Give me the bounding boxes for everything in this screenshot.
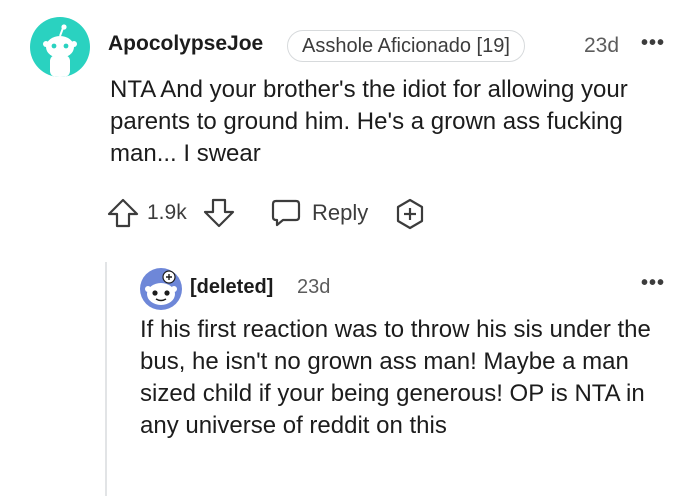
- reply-button[interactable]: Reply: [270, 195, 368, 231]
- more-options-button[interactable]: •••: [641, 272, 665, 295]
- timestamp[interactable]: 23d: [297, 276, 330, 299]
- downvote-button[interactable]: [202, 197, 236, 234]
- downvote-arrow-icon: [203, 198, 235, 228]
- comment-body: If his first reaction was to throw his s…: [140, 316, 651, 439]
- timestamp[interactable]: 23d: [584, 34, 619, 58]
- avatar[interactable]: [30, 17, 90, 77]
- snoo-avatar-icon: [145, 270, 177, 305]
- vote-score: 1.9k: [147, 201, 187, 224]
- comment-body: NTA And your brother's the idiot for all…: [110, 76, 628, 167]
- avatar[interactable]: [140, 268, 182, 310]
- snoo-avatar-icon: [43, 24, 77, 77]
- thread-line[interactable]: [105, 262, 107, 496]
- award-button[interactable]: [393, 197, 427, 236]
- author-name[interactable]: ApocolypseJoe: [108, 32, 263, 56]
- user-flair: Asshole Aficionado [19]: [287, 30, 525, 62]
- reply-label: Reply: [312, 200, 369, 225]
- award-plus-icon: [396, 198, 424, 230]
- more-options-button[interactable]: •••: [641, 32, 665, 55]
- upvote-arrow-icon: [107, 198, 139, 228]
- upvote-button[interactable]: [106, 197, 140, 234]
- speech-bubble-icon: [271, 199, 301, 227]
- author-name[interactable]: [deleted]: [190, 276, 273, 299]
